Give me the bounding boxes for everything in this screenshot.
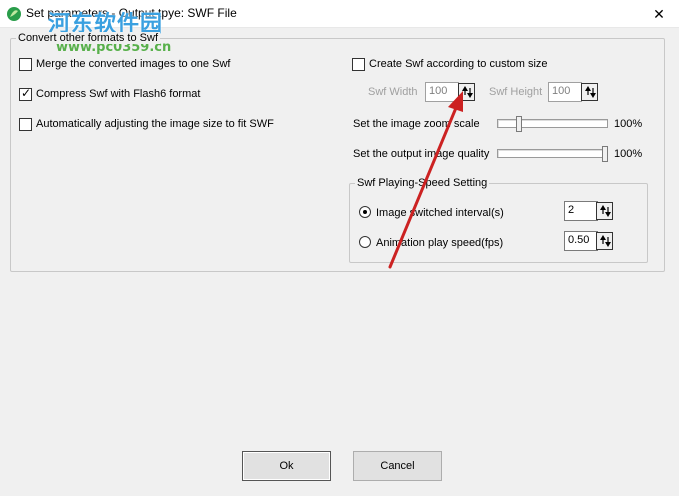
spin-arrows-icon [585,86,596,98]
auto-adjust-checkbox[interactable] [19,118,32,131]
interval-spinner[interactable] [596,202,613,220]
fps-radio[interactable] [359,236,371,248]
compress-label: Compress Swf with Flash6 format [36,88,201,100]
speed-group-box [349,183,648,263]
swf-width-spinner[interactable] [458,83,475,101]
quality-slider[interactable] [497,146,608,162]
custom-size-label: Create Swf according to custom size [369,58,548,70]
swf-height-spinner[interactable] [581,83,598,101]
zoom-slider-track [497,119,608,128]
quality-slider-track [497,149,608,158]
quality-slider-thumb[interactable] [602,146,608,162]
swf-height-input[interactable]: 100 [548,82,582,102]
fps-spinner[interactable] [596,232,613,250]
zoom-label: Set the image zoom scale [353,118,480,130]
interval-input[interactable]: 2 [564,201,598,221]
swf-width-input[interactable]: 100 [425,82,459,102]
radio-dot-icon [363,210,367,214]
ok-button[interactable]: Ok [242,451,331,481]
quality-label: Set the output image quality [353,148,490,160]
convert-group-legend: Convert other formats to Swf [16,32,160,44]
app-leaf-icon [7,7,21,21]
custom-size-checkbox[interactable] [352,58,365,71]
spin-arrows-icon [600,235,611,247]
cancel-button[interactable]: Cancel [353,451,442,481]
speed-group-legend: Swf Playing-Speed Setting [355,177,490,189]
zoom-value: 100% [614,118,643,130]
zoom-slider[interactable] [497,116,608,132]
interval-radio[interactable] [359,206,371,218]
interval-label: Image switched interval(s) [376,207,504,219]
zoom-slider-thumb[interactable] [516,116,522,132]
compress-checkbox[interactable]: ✓ [19,86,32,101]
close-button[interactable]: ✕ [639,0,679,28]
merge-checkbox[interactable] [19,58,32,71]
auto-adjust-label: Automatically adjusting the image size t… [36,118,274,130]
quality-value: 100% [614,148,643,160]
checkmark-icon: ✓ [21,86,32,100]
swf-width-label: Swf Width [368,86,418,98]
spin-arrows-icon [600,205,611,217]
fps-label: Animation play speed(fps) [376,237,504,249]
spin-arrows-icon [462,86,473,98]
swf-height-label: Swf Height [489,86,543,98]
merge-label: Merge the converted images to one Swf [36,58,231,70]
fps-input[interactable]: 0.50 [564,231,598,251]
